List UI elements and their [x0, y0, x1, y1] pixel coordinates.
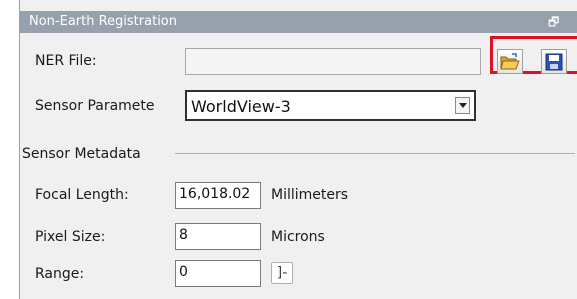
pixel-size-label: Pixel Size:	[35, 229, 106, 245]
open-file-button[interactable]	[497, 49, 523, 74]
ner-file-field[interactable]	[185, 48, 481, 75]
range-button[interactable]: ]-	[271, 262, 293, 284]
chevron-down-icon[interactable]	[455, 97, 470, 114]
panel-title: Non-Earth Registration	[29, 14, 177, 29]
ner-panel: Non-Earth Registration 🗗 NER File: Senso…	[19, 0, 577, 299]
sensor-parameters-dropdown[interactable]: WorldView-3	[185, 90, 476, 121]
focal-length-unit: Millimeters	[271, 187, 349, 203]
pixel-size-input[interactable]: 8	[175, 223, 261, 250]
panel-titlebar: Non-Earth Registration 🗗	[20, 11, 577, 33]
ner-file-label: NER File:	[35, 53, 97, 69]
range-label: Range:	[35, 266, 85, 282]
restore-icon[interactable]: 🗗	[548, 13, 559, 34]
floppy-save-icon	[545, 53, 563, 70]
folder-open-icon	[500, 52, 520, 69]
focal-length-label: Focal Length:	[35, 187, 129, 203]
sensor-selected-value: WorldView-3	[191, 97, 291, 116]
save-file-button[interactable]	[541, 49, 567, 74]
sensor-metadata-group-label: Sensor Metadata	[22, 146, 141, 162]
pixel-size-unit: Microns	[271, 229, 325, 245]
group-divider	[175, 153, 575, 154]
focal-length-input[interactable]: 16,018.02	[175, 182, 261, 209]
bracket-icon: ]-	[276, 265, 288, 281]
sensor-parameters-label: Sensor Paramete	[35, 98, 155, 114]
range-input[interactable]: 0	[175, 260, 261, 287]
